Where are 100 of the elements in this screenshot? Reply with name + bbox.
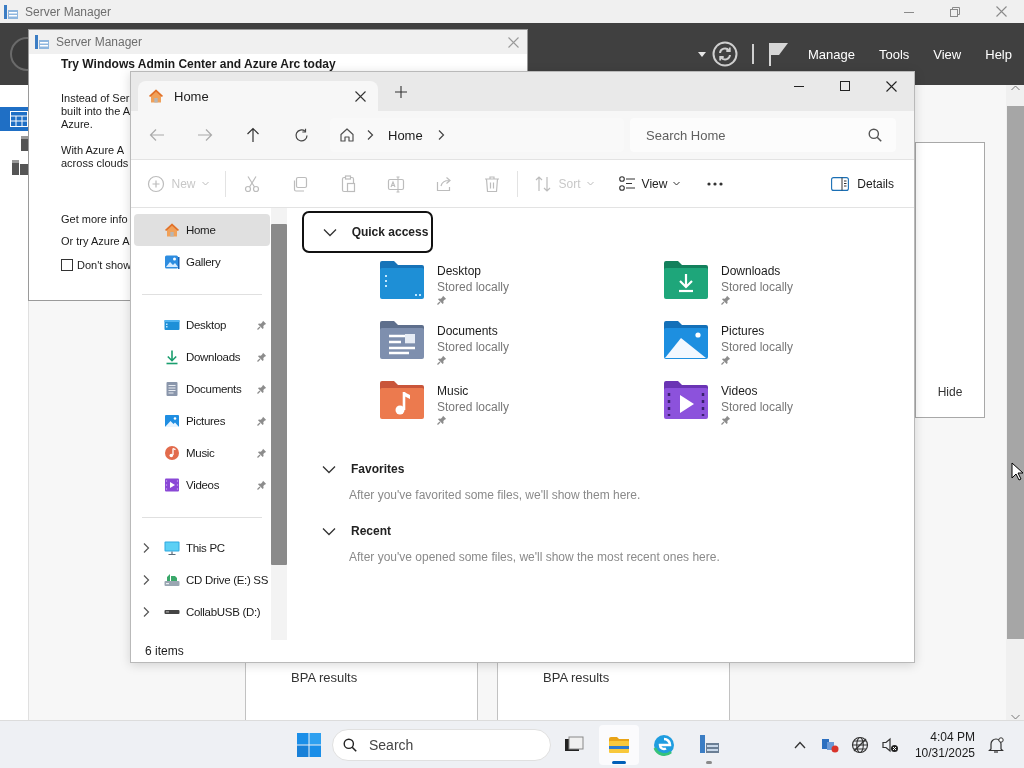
- plus-icon: [395, 85, 407, 98]
- caret-down-icon[interactable]: [697, 51, 706, 57]
- dialog-text: Get more info: [61, 213, 128, 225]
- breadcrumb-item[interactable]: Home: [384, 127, 427, 143]
- status-text: 6 items: [145, 644, 184, 658]
- music-folder-icon: [379, 380, 425, 420]
- server-manager-icon: [34, 34, 50, 50]
- tab-close-button[interactable]: [352, 88, 368, 104]
- dialog-title: Server Manager: [56, 35, 143, 49]
- chevron-down-icon: [322, 526, 336, 536]
- view-button[interactable]: View: [613, 167, 685, 200]
- chevron-right-icon: [366, 129, 374, 141]
- close-icon: [507, 36, 519, 48]
- desktop-icon: [164, 317, 180, 333]
- checkbox[interactable]: [61, 259, 73, 271]
- scroll-down-icon: [1010, 714, 1020, 720]
- nav-item[interactable]: Pictures: [134, 405, 270, 437]
- refresh-icon[interactable]: [711, 41, 738, 67]
- menu-item[interactable]: Tools: [866, 39, 922, 69]
- clock[interactable]: 4:04 PM 10/31/2025: [914, 728, 975, 761]
- folder-status: Stored locally: [437, 279, 510, 295]
- tab-label: Home: [174, 88, 210, 104]
- chevron-down-icon: [322, 464, 336, 474]
- refresh-icon: [293, 127, 309, 143]
- sidebar-item[interactable]: [0, 107, 28, 131]
- picture-icon: [164, 413, 180, 429]
- search-field[interactable]: Search: [332, 728, 551, 761]
- nav-item[interactable]: Music: [134, 437, 270, 469]
- maximize-icon: [840, 81, 850, 91]
- search-icon: [868, 128, 882, 142]
- folder-name[interactable]: Pictures: [721, 323, 765, 339]
- nav-label: This PC: [186, 542, 226, 554]
- folder-name[interactable]: Music: [437, 383, 469, 399]
- nav-label: Music: [186, 447, 216, 459]
- disc-drive-icon: [164, 572, 180, 588]
- scrollbar[interactable]: [1006, 85, 1024, 720]
- nav-item[interactable]: Gallery: [134, 246, 270, 278]
- document-folder-icon: [379, 320, 425, 360]
- hide-link[interactable]: Hide: [937, 385, 963, 399]
- empty-message: After you've opened some files, we'll show the most recent ones here.: [348, 550, 721, 564]
- menu-item[interactable]: Manage: [795, 39, 867, 69]
- chevron-up-icon: [793, 740, 806, 749]
- dialog-text: Azure.: [61, 118, 94, 131]
- video-folder-icon: [663, 380, 709, 420]
- dialog-text: Or try Azure A: [61, 235, 130, 247]
- download-icon: [164, 349, 180, 365]
- empty-message: After you've favorited some files, we'll show them here.: [348, 488, 642, 502]
- nav-label: CollabUSB (D:): [186, 606, 262, 618]
- folder-name[interactable]: Videos: [721, 383, 758, 399]
- download-folder-icon: [663, 260, 709, 300]
- document-icon: [164, 381, 180, 397]
- tab[interactable]: Home: [138, 81, 378, 111]
- chevron-right-icon: [142, 542, 150, 554]
- dialog-text: Instead of Ser: [61, 92, 131, 105]
- dialog-text: built into the A: [61, 105, 131, 118]
- folder-name[interactable]: Downloads: [721, 263, 781, 279]
- nav-label: Downloads: [186, 351, 242, 363]
- folder-status: Stored locally: [437, 339, 510, 355]
- house-icon: [148, 88, 164, 104]
- nav-label: Videos: [186, 479, 221, 491]
- folder-name[interactable]: Documents: [437, 323, 498, 339]
- chevron-right-icon: [142, 606, 150, 618]
- clock-date: 10/31/2025: [914, 744, 975, 761]
- video-icon: [164, 477, 180, 493]
- nav-item[interactable]: Videos: [134, 469, 270, 501]
- nav-item[interactable]: Downloads: [134, 341, 270, 373]
- nav-label: Desktop: [186, 319, 228, 331]
- folder-status: Stored locally: [721, 399, 794, 415]
- folder-name[interactable]: Desktop: [437, 263, 482, 279]
- menu-item[interactable]: View: [921, 39, 974, 69]
- nav-item[interactable]: Desktop: [134, 309, 270, 341]
- nav-label: CD Drive (E:) SS: [186, 574, 270, 586]
- nav-item[interactable]: Documents: [134, 373, 270, 405]
- close-icon: [885, 80, 897, 92]
- windows-logo-icon: [297, 732, 321, 757]
- network-status-icon: [820, 736, 839, 753]
- flag-icon[interactable]: [767, 42, 788, 66]
- view-list-icon: [617, 174, 636, 193]
- home-icon: [338, 126, 356, 144]
- nav-item[interactable]: CD Drive (E:) SS: [134, 564, 270, 596]
- checkbox-label: Don't show: [77, 259, 132, 271]
- nav-item[interactable]: This PC: [134, 532, 270, 564]
- details-button[interactable]: Details: [831, 167, 894, 200]
- section-header[interactable]: Quick access: [302, 211, 433, 253]
- search-field[interactable]: Search Home: [630, 118, 896, 152]
- section-header[interactable]: Recent: [302, 518, 393, 544]
- nav-label: Gallery: [186, 256, 222, 268]
- chevron-right-icon: [436, 129, 445, 141]
- house-icon: [164, 222, 180, 238]
- nav-item[interactable]: Home: [134, 214, 270, 246]
- dialog-text: across clouds: [61, 157, 129, 170]
- arrow-right-icon: [197, 128, 213, 142]
- nav-label: Documents: [186, 383, 243, 395]
- plus-circle-icon: [147, 174, 166, 193]
- menu-item[interactable]: Help: [973, 39, 1024, 69]
- close-icon: [995, 6, 1007, 17]
- section-header[interactable]: Favorites: [302, 456, 407, 482]
- nav-item[interactable]: CollabUSB (D:): [134, 596, 270, 628]
- details-pane-icon: [831, 176, 850, 191]
- scrollbar[interactable]: [271, 208, 287, 640]
